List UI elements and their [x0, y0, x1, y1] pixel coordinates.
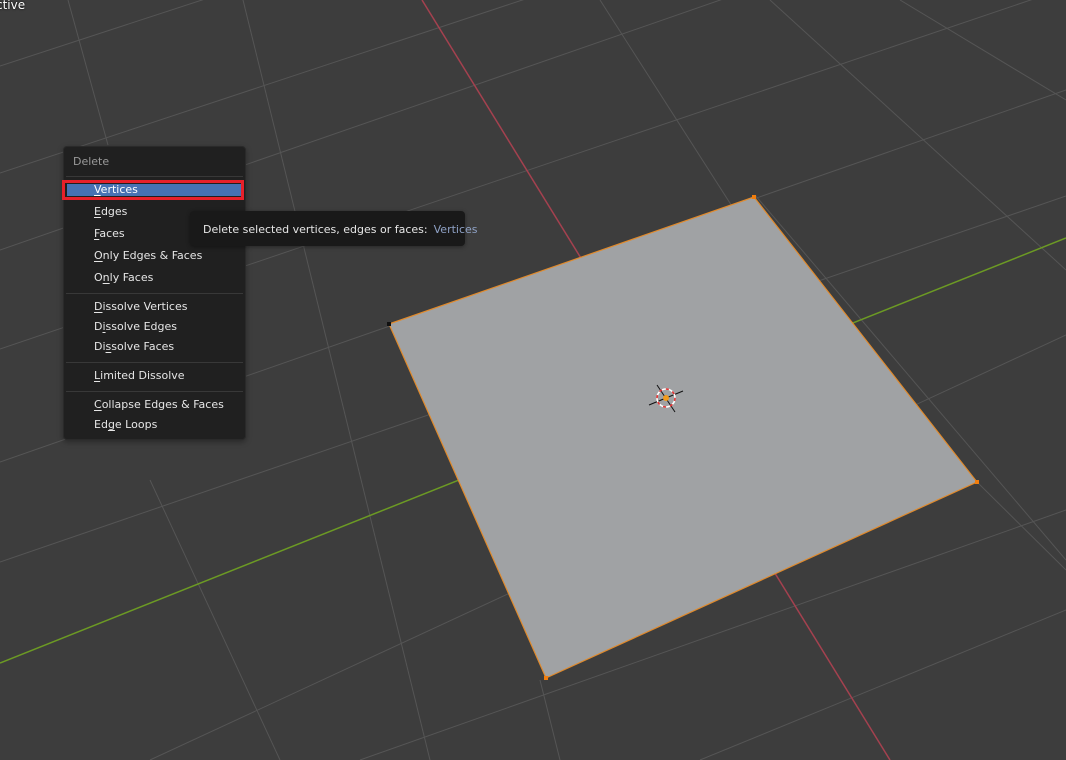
menu-item-only-edges-faces[interactable]: Only Edges & Faces: [94, 249, 202, 262]
menu-item-edges[interactable]: Edges: [94, 205, 127, 218]
selected-vertex[interactable]: [544, 676, 548, 680]
menu-separator: [66, 293, 243, 294]
menu-separator: [66, 176, 243, 177]
grid-line: [149, 479, 281, 760]
menu-item-limited-dissolve[interactable]: Limited Dissolve: [94, 369, 185, 382]
menu-item-only-faces[interactable]: Only Faces: [94, 271, 153, 284]
grid-line: [769, 0, 1066, 271]
tooltip-text: Delete selected vertices, edges or faces…: [203, 223, 428, 236]
menu-separator: [66, 391, 243, 392]
menu-item-edge-loops[interactable]: Edge Loops: [94, 418, 157, 431]
menu-item-faces[interactable]: Faces: [94, 227, 125, 240]
object-origin-icon: [663, 395, 669, 401]
menu-title: Delete: [73, 155, 110, 168]
menu-item-vertices[interactable]: Vertices: [94, 183, 138, 196]
unselected-vertex[interactable]: [387, 322, 391, 326]
annotation-highlight-box: [62, 180, 244, 200]
tooltip: Delete selected vertices, edges or faces…: [190, 211, 478, 246]
delete-menu: Delete Vertices Edges Faces Only Edges & Fa…: [62, 146, 246, 440]
grid-line: [242, 0, 431, 760]
menu-separator: [66, 362, 243, 363]
grid-line: [67, 0, 109, 146]
grid-line: [899, 0, 1066, 101]
tooltip-value: Vertices: [433, 223, 478, 236]
menu-item-dissolve-edges[interactable]: Dissolve Edges: [94, 320, 177, 333]
selected-vertex[interactable]: [752, 195, 756, 199]
grid-line: [974, 479, 1066, 571]
menu-item-collapse-edges-faces[interactable]: Collapse Edges & Faces: [94, 398, 224, 411]
menu-item-dissolve-vertices[interactable]: Dissolve Vertices: [94, 300, 187, 313]
plane-mesh-face[interactable]: [388, 196, 978, 679]
grid-line: [539, 679, 561, 760]
selected-vertex[interactable]: [975, 480, 979, 484]
grid-line: [699, 609, 1066, 760]
viewport-mode-label: ctive: [0, 0, 26, 12]
menu-item-dissolve-faces[interactable]: Dissolve Faces: [94, 340, 174, 353]
grid-line: [0, 0, 204, 67]
